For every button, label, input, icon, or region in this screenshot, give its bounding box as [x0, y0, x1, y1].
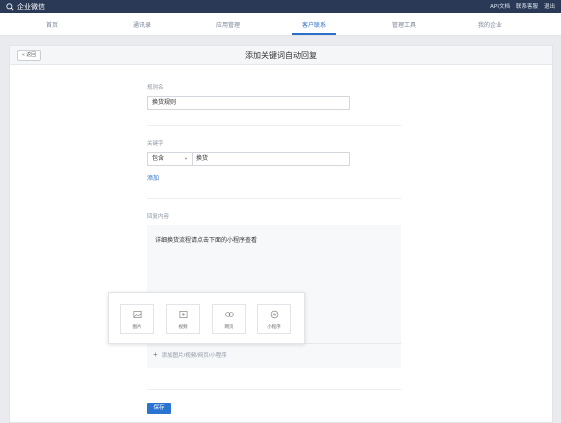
top-links: API文档 联系客服 退出	[490, 2, 555, 10]
keyword-row: 包含 ▼ 换货	[147, 152, 350, 166]
media-video-option[interactable]: 视频	[166, 304, 200, 334]
api-docs-link[interactable]: API文档	[490, 2, 510, 10]
plus-icon: +	[153, 350, 158, 359]
link-icon	[225, 312, 234, 317]
add-media-button[interactable]: + 添加图片/视频/网页/小程序	[153, 350, 227, 360]
nav-customer-contact[interactable]: 客户联系	[302, 20, 326, 29]
brand[interactable]: 企业微信	[6, 1, 45, 12]
nav-contacts[interactable]: 通讯录	[133, 20, 151, 29]
divider	[147, 389, 401, 390]
match-mode-select[interactable]: 包含 ▼	[148, 153, 193, 165]
video-icon	[179, 310, 188, 319]
keyword-label: 关键字	[147, 141, 164, 147]
page-title: 添加关键词自动回复	[245, 51, 317, 60]
main-nav: 首页 通讯录 应用管理 客户联系 管理工具 我的企业	[0, 13, 561, 36]
image-icon	[133, 310, 142, 319]
keyword-input[interactable]: 换货	[193, 153, 349, 165]
reply-text: 详细换货流程请点击下面的小程序查看	[155, 238, 258, 244]
panel-header: « 返回 添加关键词自动回复	[10, 46, 552, 65]
divider	[147, 198, 401, 199]
divider	[147, 125, 401, 126]
logo-icon	[6, 2, 14, 11]
top-bar: 企业微信 API文档 联系客服 退出	[0, 0, 561, 13]
nav-home[interactable]: 首页	[46, 20, 58, 29]
match-mode-value: 包含	[152, 156, 165, 162]
contact-support-link[interactable]: 联系客服	[516, 2, 538, 10]
nav-management-tools[interactable]: 管理工具	[392, 20, 416, 29]
media-video-label: 视频	[178, 324, 188, 329]
media-miniprogram-label: 小程序	[267, 324, 281, 329]
reply-content-label: 回复内容	[147, 214, 170, 220]
media-image-option[interactable]: 图片	[120, 304, 154, 334]
content-panel: « 返回 添加关键词自动回复 规则名 换货规则 关键字 包含 ▼ 换货 添加 回…	[9, 45, 553, 423]
media-type-menu: 图片 视频 网页 小程序	[108, 292, 305, 344]
miniprogram-icon	[270, 310, 279, 319]
brand-name: 企业微信	[17, 3, 45, 11]
active-nav-indicator	[292, 33, 336, 35]
media-webpage-label: 网页	[224, 324, 234, 329]
save-button[interactable]: 保存	[147, 403, 171, 414]
media-image-label: 图片	[132, 324, 142, 329]
nav-app-management[interactable]: 应用管理	[216, 20, 240, 29]
chevron-down-icon: ▼	[184, 156, 188, 161]
nav-my-enterprise[interactable]: 我的企业	[478, 20, 502, 29]
media-webpage-option[interactable]: 网页	[212, 304, 246, 334]
media-miniprogram-option[interactable]: 小程序	[257, 304, 291, 334]
add-keyword-link[interactable]: 添加	[147, 173, 159, 182]
add-media-label: 添加图片/视频/网页/小程序	[161, 353, 227, 359]
logout-link[interactable]: 退出	[544, 2, 555, 10]
rule-name-input[interactable]: 换货规则	[147, 96, 350, 110]
rule-name-label: 规则名	[147, 85, 164, 91]
